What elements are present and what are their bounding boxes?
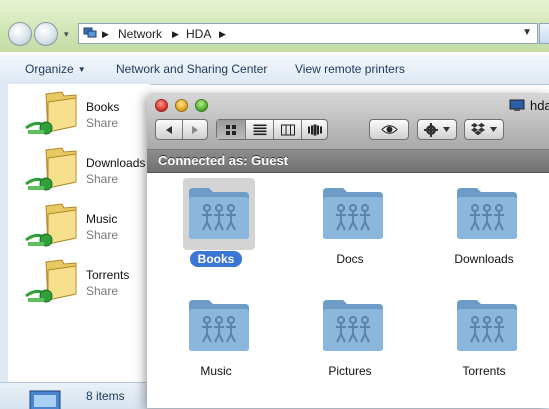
selection-highlight: [183, 178, 255, 250]
folder-icon-wrap: [317, 178, 389, 250]
dropbox-menu-button[interactable]: [464, 119, 504, 140]
view-remote-printers-button[interactable]: View remote printers: [295, 62, 405, 76]
explorer-titlebar: ▾ ▶ Network ▶ HDA ▶ ▼: [0, 0, 549, 52]
caret-down-icon: [490, 127, 497, 132]
back-button[interactable]: [8, 22, 32, 46]
chevron-right-icon[interactable]: ▶: [102, 27, 109, 41]
folder-label: Torrents: [417, 364, 549, 378]
shared-folder-icon: [323, 300, 383, 351]
share-name: Books: [86, 100, 120, 114]
triangle-right-icon: [192, 125, 198, 134]
folder-label: Music: [149, 364, 283, 378]
view-mode-control: [216, 119, 328, 140]
address-dropdown-icon[interactable]: ▼: [522, 27, 532, 38]
shared-folder-icon: [189, 188, 249, 239]
folder-name: Books: [189, 251, 243, 267]
share-name: Torrents: [86, 268, 130, 282]
organize-label: Organize: [25, 62, 74, 76]
folder-icon-wrap: [451, 290, 523, 362]
coverflow-icon: [307, 124, 322, 135]
folder-item-music[interactable]: Music: [149, 290, 283, 390]
share-name: Downloads: [86, 156, 146, 170]
folder-icon-wrap: [451, 178, 523, 250]
folder-icon-wrap: [317, 290, 389, 362]
share-item[interactable]: Music Share: [22, 202, 162, 260]
finder-titlebar: hda: [147, 93, 549, 150]
folder-item-downloads[interactable]: Downloads: [417, 178, 549, 278]
list-icon: [253, 124, 266, 135]
folder-label: Downloads: [417, 252, 549, 266]
shared-folder-icon: [457, 300, 517, 351]
finder-window: hda Connected as: Guest Books Docs Downl…: [147, 93, 549, 408]
shared-folder-icon: [189, 300, 249, 351]
column-view-button[interactable]: [273, 120, 301, 139]
chevron-right-icon[interactable]: ▶: [172, 27, 179, 41]
finder-back-button[interactable]: [156, 120, 182, 139]
gear-icon: [424, 123, 438, 137]
refresh-button[interactable]: [539, 23, 549, 44]
shared-folder-icon: [457, 188, 517, 239]
share-item[interactable]: Torrents Share: [22, 258, 162, 316]
back-forward-control: [155, 119, 208, 140]
network-icon: [83, 27, 97, 38]
triangle-left-icon: [166, 125, 172, 134]
shared-folder-icon: [25, 203, 77, 247]
server-icon: [29, 390, 61, 409]
item-count: 8 items: [86, 389, 125, 403]
folder-label: Pictures: [283, 364, 417, 378]
network-drive-icon: [509, 99, 525, 111]
folder-icon-wrap: [183, 290, 255, 362]
folder-name: Pictures: [328, 364, 372, 378]
quick-look-button[interactable]: [369, 119, 409, 140]
network-sharing-center-button[interactable]: Network and Sharing Center: [116, 62, 267, 76]
breadcrumb-network[interactable]: Network: [118, 27, 162, 41]
shared-folder-icon: [25, 91, 77, 135]
caret-down-icon: [443, 127, 450, 132]
window-title: hda: [530, 98, 549, 113]
folder-name: Torrents: [462, 364, 506, 378]
forward-button[interactable]: [34, 22, 58, 46]
list-view-button[interactable]: [245, 120, 273, 139]
folder-item-torrents[interactable]: Torrents: [417, 290, 549, 390]
folder-item-books[interactable]: Books: [149, 178, 283, 278]
folder-name: Docs: [336, 252, 364, 266]
eye-icon: [381, 125, 398, 134]
connection-bar: Connected as: Guest: [147, 150, 549, 173]
caret-down-icon: ▼: [77, 65, 86, 74]
share-type: Share: [86, 284, 119, 298]
organize-menu[interactable]: Organize ▼: [25, 62, 86, 76]
columns-icon: [280, 124, 295, 135]
share-item[interactable]: Downloads Share: [22, 146, 162, 204]
folder-label: Books: [149, 251, 283, 267]
dropbox-icon: [471, 123, 485, 136]
command-bar: Organize ▼ Network and Sharing Center Vie…: [0, 53, 549, 85]
recent-pages-dropdown[interactable]: ▾: [64, 30, 72, 39]
shared-folder-icon: [25, 147, 77, 191]
share-type: Share: [86, 172, 119, 186]
breadcrumb-hda[interactable]: HDA: [186, 27, 211, 41]
folder-item-pictures[interactable]: Pictures: [283, 290, 417, 390]
share-type: Share: [86, 116, 119, 130]
chevron-right-icon[interactable]: ▶: [219, 27, 226, 41]
icon-grid-icon: [226, 124, 236, 135]
shared-folder-icon: [25, 259, 77, 303]
share-type: Share: [86, 228, 119, 242]
finder-forward-button[interactable]: [182, 120, 207, 139]
zoom-button[interactable]: [195, 99, 208, 112]
close-button[interactable]: [155, 99, 168, 112]
folder-label: Docs: [283, 252, 417, 266]
share-item[interactable]: Books Share: [22, 90, 162, 148]
connection-status: Connected as: Guest: [158, 153, 289, 168]
shared-folder-icon: [323, 188, 383, 239]
coverflow-view-button[interactable]: [301, 120, 327, 139]
folder-item-docs[interactable]: Docs: [283, 178, 417, 278]
share-list: Books Share Downloads Share Music Share …: [0, 84, 150, 382]
action-menu-button[interactable]: [417, 119, 457, 140]
minimize-button[interactable]: [175, 99, 188, 112]
share-name: Music: [86, 212, 118, 226]
address-bar[interactable]: ▶ Network ▶ HDA ▶ ▼: [78, 23, 538, 44]
folder-name: Music: [200, 364, 232, 378]
icon-view-button[interactable]: [217, 120, 245, 139]
folder-name: Downloads: [454, 252, 514, 266]
